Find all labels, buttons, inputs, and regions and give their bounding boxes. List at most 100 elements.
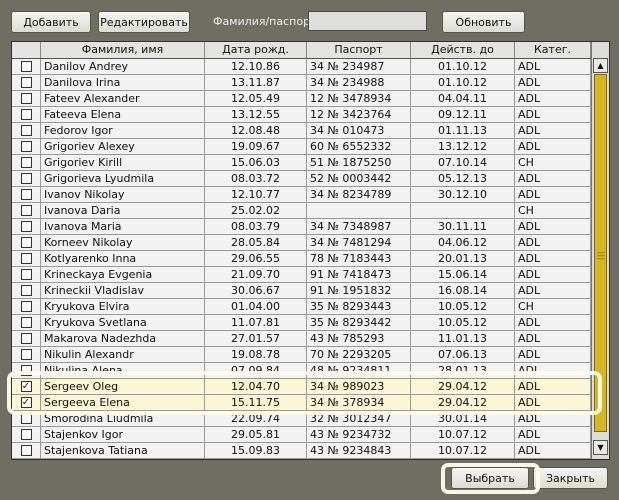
valid-until-cell: 13.12.12 (411, 139, 515, 154)
row-checkbox[interactable] (20, 61, 32, 72)
row-checkbox-cell (12, 139, 41, 154)
table-row[interactable]: ✓ Sergeev Oleg 12.04.70 34 № 989023 29.04.12… (12, 379, 591, 395)
select-button[interactable]: Выбрать (451, 467, 529, 489)
category-cell: ADL (515, 363, 591, 378)
dob-cell: 12.05.49 (205, 91, 307, 106)
table-row[interactable]: Kryukova Elvira 01.04.00 35 № 8293443 10.05… (12, 299, 591, 315)
table-body: Danilov Andrey 12.10.86 34 № 234987 01.10.1… (12, 59, 591, 459)
row-checkbox[interactable] (20, 189, 32, 200)
search-input[interactable] (308, 11, 427, 31)
refresh-button[interactable]: Обновить (442, 11, 525, 33)
table-row[interactable]: ✓ Sergeeva Elena 15.11.75 34 № 378934 29.04.… (12, 395, 591, 411)
valid-until-cell (411, 203, 515, 218)
row-checkbox[interactable] (20, 157, 32, 168)
table-row[interactable]: Ivanova Daria 25.02.02 CH (12, 203, 591, 219)
grip-icon: — — — (597, 248, 605, 263)
category-cell: CH (515, 203, 591, 218)
row-checkbox[interactable] (20, 445, 32, 456)
passport-cell: 34 № 8234789 (307, 187, 411, 202)
row-checkbox[interactable] (20, 413, 32, 424)
row-checkbox[interactable] (20, 333, 32, 344)
table-row[interactable]: Korneev Nikolay 28.05.84 34 № 7481294 04.06… (12, 235, 591, 251)
name-cell: Grigoriev Kirill (41, 155, 205, 170)
vertical-scrollbar[interactable]: ▲ — — — ▼ (591, 42, 609, 459)
add-button[interactable]: Добавить (11, 11, 91, 33)
row-checkbox[interactable] (20, 429, 32, 440)
table-row[interactable]: Kryukova Svetlana 11.07.81 35 № 8293442 10.… (12, 315, 591, 331)
category-cell: ADL (515, 187, 591, 202)
row-checkbox-cell: ✓ (12, 379, 41, 394)
valid-until-cell: 04.06.12 (411, 235, 515, 250)
table-row[interactable]: Krineckaya Evgenia 21.09.70 91 № 7418473 15… (12, 267, 591, 283)
table-row[interactable]: Nikulina Alena 07.09.84 48 № 9234811 28.01.… (12, 363, 591, 379)
row-checkbox[interactable] (20, 173, 32, 184)
valid-until-cell: 30.01.14 (411, 411, 515, 426)
row-checkbox[interactable] (20, 141, 32, 152)
table-row[interactable]: Nikulin Alexandr 19.08.78 70 № 2293205 07.0… (12, 347, 591, 363)
row-checkbox-cell (12, 187, 41, 202)
table-row[interactable]: Grigorieva Lyudmila 08.03.72 52 № 0003442 0… (12, 171, 591, 187)
table-header: Фамилия, имя Дата рожд. Паспорт Действ. … (12, 42, 591, 59)
name-cell: Ivanova Maria (41, 219, 205, 234)
row-checkbox-cell (12, 347, 41, 362)
table-row[interactable]: Fateev Alexander 12.05.49 12 № 3478934 04.0… (12, 91, 591, 107)
column-header-select[interactable] (12, 42, 41, 58)
dob-cell: 29.05.81 (205, 427, 307, 442)
row-checkbox[interactable] (20, 125, 32, 136)
table-row[interactable]: Fateeva Elena 13.12.55 12 № 3423764 09.12.1… (12, 107, 591, 123)
row-checkbox[interactable] (20, 349, 32, 360)
row-checkbox[interactable] (20, 237, 32, 248)
row-checkbox[interactable] (20, 109, 32, 120)
column-header-dob[interactable]: Дата рожд. (205, 42, 307, 58)
table-row[interactable]: Grigoriev Kirill 15.06.03 51 № 1875250 07.1… (12, 155, 591, 171)
row-checkbox[interactable] (20, 317, 32, 328)
close-button[interactable]: Закрыть (533, 467, 608, 489)
table-row[interactable]: Stajenkov Igor 29.05.81 43 № 9234732 10.07.… (12, 427, 591, 443)
column-header-valid[interactable]: Действ. до (411, 42, 515, 58)
row-checkbox[interactable] (20, 253, 32, 264)
table-row[interactable]: Fedorov Igor 12.08.48 34 № 010473 01.11.13 A… (12, 123, 591, 139)
category-cell: ADL (515, 395, 591, 410)
category-cell: ADL (515, 171, 591, 186)
category-cell: ADL (515, 235, 591, 250)
row-checkbox[interactable] (20, 77, 32, 88)
row-checkbox-cell (12, 315, 41, 330)
row-checkbox[interactable] (20, 301, 32, 312)
row-checkbox[interactable] (20, 221, 32, 232)
table-row[interactable]: Ivanov Nikolay 12.10.77 34 № 8234789 30.12.… (12, 187, 591, 203)
table-row[interactable]: Stajenkova Tatiana 15.09.83 43 № 9234843 10… (12, 443, 591, 459)
passport-cell: 60 № 6552332 (307, 139, 411, 154)
passport-cell: 70 № 2293205 (307, 347, 411, 362)
column-header-passport[interactable]: Паспорт (307, 42, 411, 58)
category-cell: ADL (515, 107, 591, 122)
row-checkbox[interactable] (20, 285, 32, 296)
passport-cell: 34 № 7348987 (307, 219, 411, 234)
table-row[interactable]: Kotlyarenko Inna 29.06.55 78 № 7183443 20.0… (12, 251, 591, 267)
row-checkbox[interactable] (20, 269, 32, 280)
table-row[interactable]: Ivanova Maria 08.03.79 34 № 7348987 30.11.1… (12, 219, 591, 235)
column-header-category[interactable]: Катег. (515, 42, 591, 58)
column-header-name[interactable]: Фамилия, имя (41, 42, 205, 58)
scroll-thumb[interactable]: — — — (594, 74, 607, 432)
row-checkbox[interactable] (20, 205, 32, 216)
row-checkbox-cell (12, 443, 41, 458)
valid-until-cell: 11.01.13 (411, 331, 515, 346)
table-row[interactable]: Grigoriev Alexey 19.09.67 60 № 6552332 13.1… (12, 139, 591, 155)
dob-cell: 01.04.00 (205, 299, 307, 314)
table-row[interactable]: Danilov Andrey 12.10.86 34 № 234987 01.10.1… (12, 59, 591, 75)
table-row[interactable]: Smorodina Liudmila 22.09.74 32 № 3012347 30… (12, 411, 591, 427)
valid-until-cell: 20.01.13 (411, 251, 515, 266)
table-row[interactable]: Danilova Irina 13.11.87 34 № 234988 01.10.1… (12, 75, 591, 91)
row-checkbox[interactable] (20, 93, 32, 104)
table-row[interactable]: Krineckii Vladislav 30.06.67 91 № 1951832 1… (12, 283, 591, 299)
name-cell: Sergeev Oleg (41, 379, 205, 394)
row-checkbox[interactable]: ✓ (20, 397, 32, 408)
row-checkbox[interactable]: ✓ (20, 381, 32, 392)
row-checkbox[interactable] (20, 365, 32, 376)
edit-button[interactable]: Редактировать (98, 11, 190, 33)
passport-cell (307, 203, 411, 218)
passport-cell: 51 № 1875250 (307, 155, 411, 170)
table-row[interactable]: Makarova Nadezhda 27.01.57 43 № 785293 11.0… (12, 331, 591, 347)
scroll-down-icon[interactable]: ▼ (593, 440, 608, 455)
scroll-up-icon[interactable]: ▲ (593, 58, 608, 73)
